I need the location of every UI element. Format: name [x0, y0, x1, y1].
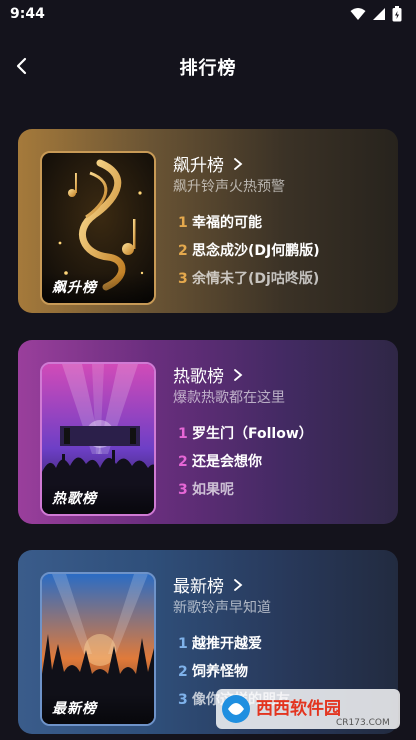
rank-number: 3	[178, 482, 188, 498]
chart-card-rising[interactable]: 飙升榜 飙升榜 飙升铃声火热预警 1 幸福的可能 2 思念成沙(DJ何鹏版) 3…	[18, 129, 398, 313]
svg-text:CR173.COM: CR173.COM	[336, 718, 390, 728]
card-title-text: 最新榜	[173, 577, 224, 597]
cover-label: 飙升榜	[42, 273, 154, 303]
card-subtitle: 爆款热歌都在这里	[173, 390, 285, 406]
song-name: 如果呢	[192, 482, 234, 498]
cover-label: 最新榜	[42, 694, 154, 724]
song-name: 越推开越爱	[192, 636, 262, 652]
list-item[interactable]: 2 思念成沙(DJ何鹏版)	[178, 237, 320, 265]
card-title[interactable]: 飙升榜	[173, 151, 244, 176]
chevron-right-icon	[234, 157, 243, 170]
list-item[interactable]: 1 罗生门（Follow）	[178, 420, 313, 448]
list-item[interactable]: 1 越推开越爱	[178, 630, 290, 658]
list-item[interactable]: 2 还是会想你	[178, 448, 313, 476]
cover-label: 热歌榜	[42, 484, 154, 514]
card-title[interactable]: 最新榜	[173, 572, 244, 597]
card-subtitle: 新歌铃声早知道	[173, 600, 271, 616]
card-subtitle: 飙升铃声火热预警	[173, 179, 285, 195]
rank-list: 1 罗生门（Follow） 2 还是会想你 3 如果呢	[178, 420, 313, 504]
rank-number: 1	[178, 215, 188, 231]
rank-number: 2	[178, 454, 188, 470]
battery-icon	[392, 6, 402, 22]
chart-card-hot[interactable]: 热歌榜 热歌榜 爆款热歌都在这里 1 罗生门（Follow） 2 还是会想你 3…	[18, 340, 398, 524]
song-name: 幸福的可能	[192, 215, 262, 231]
list-item[interactable]: 3 如果呢	[178, 476, 313, 504]
status-icons	[350, 6, 402, 22]
rank-number: 2	[178, 664, 188, 680]
list-item[interactable]: 2 饲养怪物	[178, 658, 290, 686]
rank-number: 2	[178, 243, 188, 259]
status-time: 9:44	[10, 6, 45, 22]
cover-image-rising: 飙升榜	[40, 151, 156, 305]
card-title-text: 飙升榜	[173, 156, 224, 176]
svg-text:西西软件园: 西西软件园	[256, 698, 341, 719]
song-name: 还是会想你	[192, 454, 262, 470]
status-bar: 9:44	[0, 0, 416, 30]
watermark-logo: 西西软件园 CR173.COM	[216, 689, 400, 729]
page-title: 排行榜	[179, 58, 237, 79]
card-title-text: 热歌榜	[173, 367, 224, 387]
chevron-right-icon	[234, 578, 243, 591]
signal-icon	[373, 8, 385, 20]
rank-number: 1	[178, 636, 188, 652]
cover-image-hot: 热歌榜	[40, 362, 156, 516]
song-name: 罗生门（Follow）	[192, 426, 313, 442]
song-name: 饲养怪物	[192, 664, 248, 680]
rank-number: 3	[178, 271, 188, 287]
rank-number: 3	[178, 692, 188, 708]
list-item[interactable]: 1 幸福的可能	[178, 209, 320, 237]
rank-list: 1 幸福的可能 2 思念成沙(DJ何鹏版) 3 余情未了(Dj咕咚版)	[178, 209, 320, 293]
song-name: 余情未了(Dj咕咚版)	[192, 271, 320, 287]
list-item[interactable]: 3 余情未了(Dj咕咚版)	[178, 265, 320, 293]
cover-image-new: 最新榜	[40, 572, 156, 726]
rank-number: 1	[178, 426, 188, 442]
song-name: 思念成沙(DJ何鹏版)	[192, 243, 320, 259]
header: 排行榜	[0, 42, 416, 90]
card-title[interactable]: 热歌榜	[173, 362, 244, 387]
chevron-right-icon	[234, 368, 243, 381]
wifi-icon	[350, 8, 366, 20]
